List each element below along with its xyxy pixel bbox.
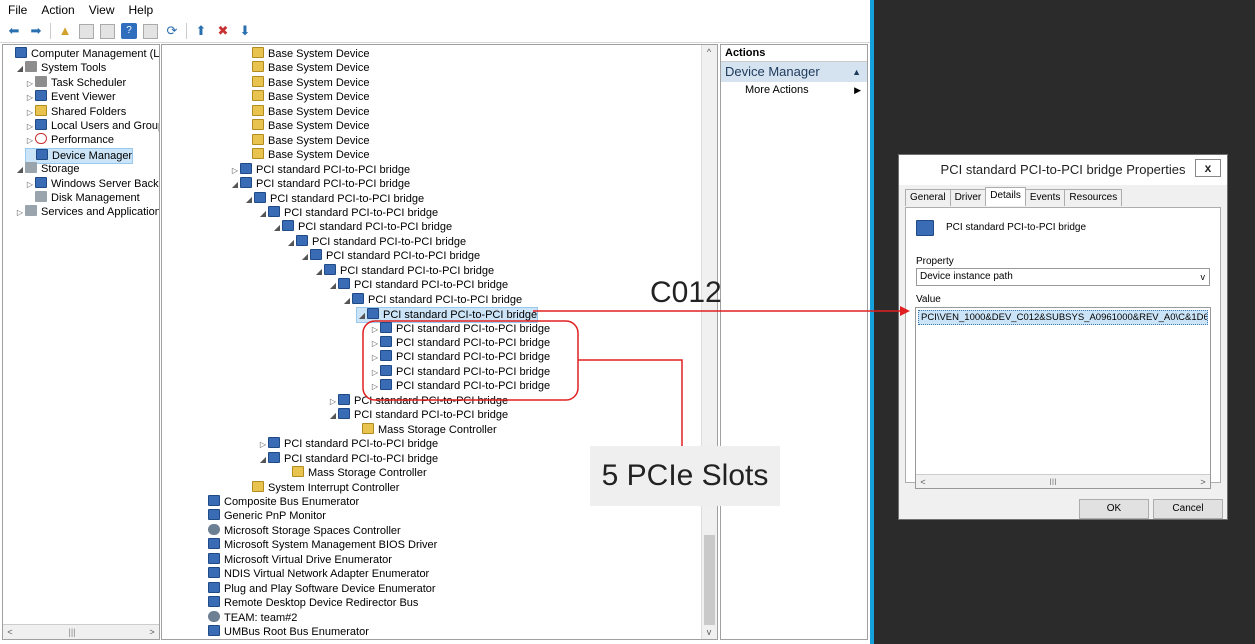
slots-highlight-box — [362, 320, 579, 401]
device-id-annotation: C012 — [650, 276, 722, 309]
slots-annotation: 5 PCIe Slots — [590, 446, 780, 506]
slots-connector-line — [578, 359, 683, 446]
annotation-overlay — [362, 306, 910, 446]
arrow-head-icon — [900, 306, 910, 316]
